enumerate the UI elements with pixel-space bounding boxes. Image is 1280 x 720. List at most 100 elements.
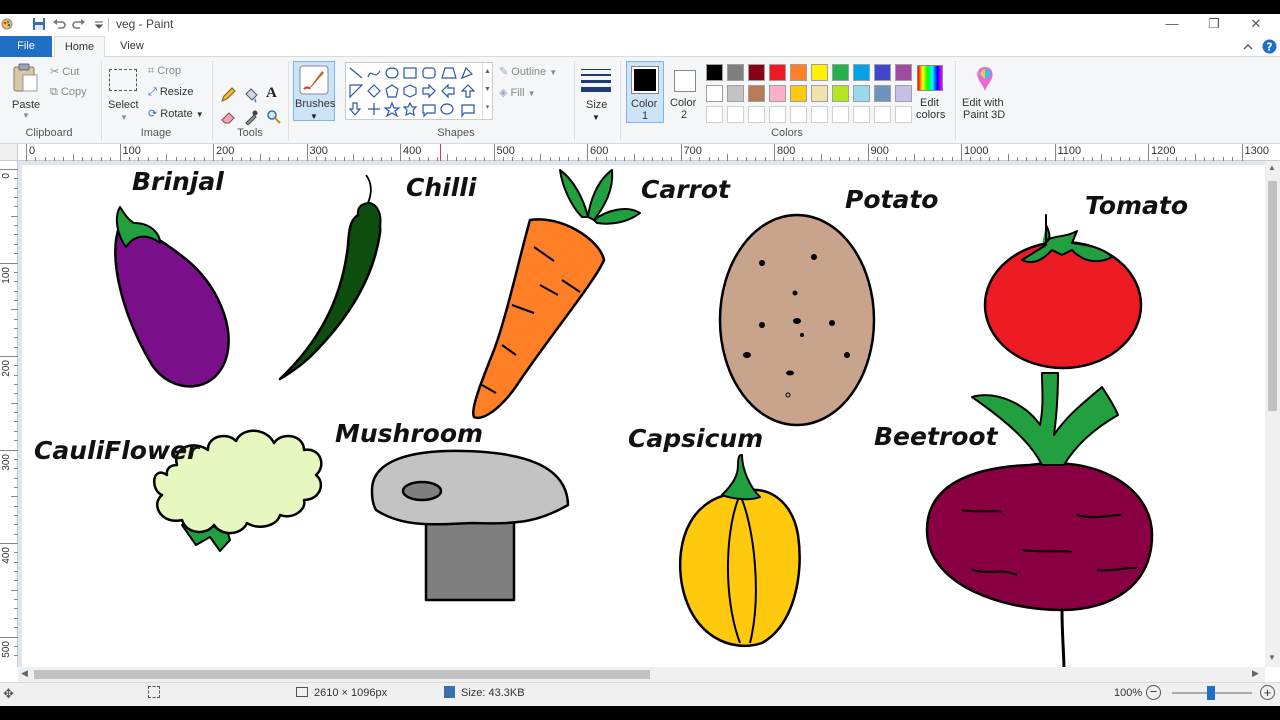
scroll-left-icon[interactable]: ◀ (21, 668, 28, 679)
palette-swatch[interactable] (853, 106, 870, 123)
cut-button[interactable]: ✂ Cut (50, 65, 79, 78)
shapes-gallery[interactable]: ▲ ▼ ▾ (345, 62, 493, 120)
vertical-scroll-thumb[interactable] (1268, 181, 1277, 411)
palette-swatch[interactable] (895, 85, 912, 102)
magnifier-icon[interactable] (266, 109, 282, 125)
palette-swatch[interactable] (748, 106, 765, 123)
scroll-down-icon[interactable]: ▼ (1268, 653, 1276, 662)
collapse-ribbon-icon[interactable] (1242, 41, 1254, 53)
shapes-scroll[interactable]: ▲ ▼ ▾ (482, 63, 492, 119)
svg-text:?: ? (1266, 41, 1272, 54)
edit-colors-button[interactable]: Edit colors (912, 61, 950, 123)
zoom-out-button[interactable]: − (1146, 685, 1161, 700)
scroll-right-icon[interactable]: ▶ (1252, 668, 1259, 679)
size-line-3 (581, 80, 611, 83)
save-icon[interactable] (32, 17, 46, 31)
palette-swatch[interactable] (769, 106, 786, 123)
rotate-button[interactable]: ⟳ Rotate ▼ (148, 107, 204, 120)
fill-bucket-icon[interactable] (243, 87, 259, 103)
palette-swatch[interactable] (790, 64, 807, 81)
color-picker-icon[interactable] (243, 109, 259, 125)
rotate-label: Rotate (160, 108, 193, 120)
ruler-tick (1148, 144, 1149, 161)
ruler-tick (11, 309, 18, 311)
paste-button[interactable]: Paste ▼ (6, 59, 46, 120)
help-icon[interactable]: ? (1262, 39, 1277, 54)
text-tool-icon[interactable]: A (266, 85, 277, 102)
redo-icon[interactable] (72, 17, 86, 31)
palette-swatch[interactable] (832, 64, 849, 81)
palette-swatch[interactable] (727, 64, 744, 81)
undo-icon[interactable] (52, 17, 66, 31)
zoom-slider-thumb[interactable] (1207, 686, 1215, 700)
palette-swatch[interactable] (727, 106, 744, 123)
palette-swatch[interactable] (832, 85, 849, 102)
size-button[interactable]: Size ▼ (578, 61, 614, 122)
palette-swatch[interactable] (895, 106, 912, 123)
palette-swatch[interactable] (832, 106, 849, 123)
close-button[interactable]: ✕ (1234, 14, 1278, 36)
shapes-grid-icon[interactable] (348, 65, 480, 119)
palette-swatch[interactable] (706, 64, 723, 81)
drawing-canvas[interactable]: Brinjal Chilli Carrot Potato Tomato Caul… (22, 165, 1269, 671)
edit-colors-label-2: colors (916, 109, 946, 121)
palette-swatch[interactable] (706, 106, 723, 123)
outline-button[interactable]: ✎ Outline ▼ (499, 65, 557, 78)
ruler-tick (633, 154, 635, 161)
restore-button[interactable]: ❐ (1192, 14, 1236, 36)
pencil-icon[interactable] (220, 87, 236, 103)
zoom-in-button[interactable]: + (1260, 685, 1275, 700)
crop-button[interactable]: ⌗ Crop (148, 65, 181, 78)
ruler-tick (0, 169, 18, 170)
palette-swatch[interactable] (874, 106, 891, 123)
copy-button[interactable]: ⧉ Copy (50, 86, 87, 99)
palette-swatch[interactable] (790, 106, 807, 123)
select-button[interactable]: Select ▼ (106, 61, 142, 122)
palette-swatch[interactable] (769, 85, 786, 102)
palette-swatch[interactable] (895, 64, 912, 81)
vegetable-drawing (114, 169, 1154, 671)
palette-swatch[interactable] (706, 85, 723, 102)
color2-button[interactable]: Color 2 (666, 61, 704, 123)
ruler-tick (0, 449, 18, 451)
ruler-tick (540, 154, 542, 161)
scroll-up-icon[interactable]: ▲ (1268, 163, 1276, 172)
horizontal-scrollbar[interactable]: ◀ ▶ (18, 667, 1265, 682)
capsicum-label: Capsicum (628, 424, 764, 453)
ruler-label: 300 (309, 145, 328, 157)
palette-swatch[interactable] (748, 85, 765, 102)
size-line-2 (581, 74, 611, 76)
palette-swatch[interactable] (790, 85, 807, 102)
crop-label: Crop (157, 65, 182, 77)
ruler-tick (400, 144, 401, 161)
beetroot-drawing (925, 372, 1154, 671)
palette-swatch[interactable] (811, 106, 828, 123)
palette-swatch[interactable] (874, 85, 891, 102)
palette-swatch[interactable] (727, 85, 744, 102)
tab-view[interactable]: View (112, 36, 152, 58)
palette-swatch[interactable] (811, 64, 828, 81)
eraser-icon[interactable] (220, 109, 236, 125)
palette-swatch[interactable] (853, 64, 870, 81)
palette-swatch[interactable] (769, 64, 786, 81)
customize-toolbar-icon[interactable] (92, 17, 106, 31)
palette-swatch[interactable] (748, 64, 765, 81)
fill-button[interactable]: ◈ Fill ▼ (499, 86, 536, 99)
ruler-tick (680, 144, 682, 161)
minimize-button[interactable]: — (1150, 14, 1194, 36)
resize-button[interactable]: ⤢ Resize (148, 86, 193, 99)
ruler-tick (493, 144, 495, 161)
palette-swatch[interactable] (811, 85, 828, 102)
paint-app-icon[interactable] (0, 17, 14, 31)
color1-button[interactable]: Color 1 (626, 61, 664, 123)
tab-file[interactable]: File (0, 36, 52, 57)
brushes-button[interactable]: Brushes ▼ (293, 61, 335, 121)
potato-label: Potato (845, 185, 939, 214)
ruler-tick (26, 144, 27, 161)
palette-swatch[interactable] (874, 64, 891, 81)
tab-home[interactable]: Home (54, 36, 105, 58)
horizontal-scroll-thumb[interactable] (34, 670, 650, 679)
edit-with-paint3d-button[interactable]: Edit with Paint 3D (958, 61, 1012, 123)
palette-swatch[interactable] (853, 85, 870, 102)
vertical-scrollbar[interactable]: ▲ ▼ (1265, 161, 1280, 667)
